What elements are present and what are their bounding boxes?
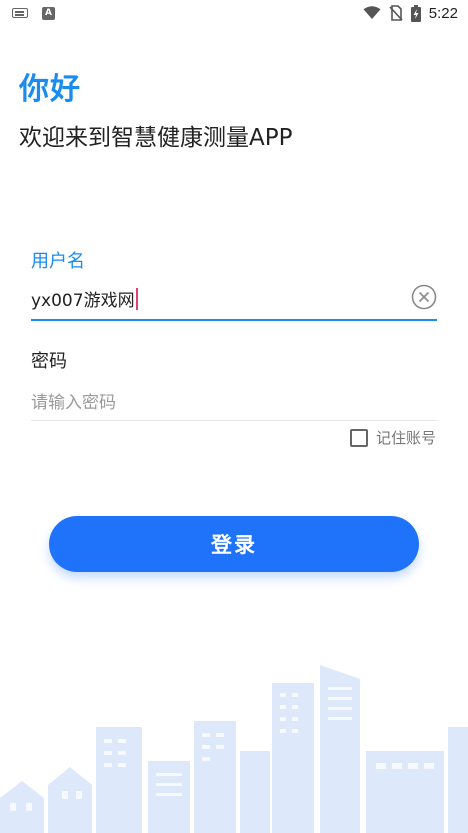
- checkbox-icon: [350, 428, 368, 447]
- username-value: yx007游戏网: [31, 291, 135, 311]
- status-right: 5:22: [363, 4, 458, 22]
- username-label: 用户名: [31, 251, 85, 272]
- login-button[interactable]: 登录: [49, 516, 419, 572]
- a-notification-icon: A: [42, 6, 55, 20]
- password-label: 密码: [31, 351, 67, 372]
- status-bar: A 5:22: [0, 0, 468, 26]
- status-left: A: [12, 6, 55, 20]
- username-underline: [31, 319, 437, 321]
- password-underline: [31, 420, 437, 421]
- wifi-icon: [363, 6, 381, 19]
- clear-icon: [411, 284, 437, 310]
- clear-input-button[interactable]: [411, 284, 437, 310]
- greeting-title: 你好: [19, 72, 81, 107]
- battery-charging-icon: [410, 4, 421, 22]
- status-time: 5:22: [428, 4, 458, 22]
- welcome-text: 欢迎来到智慧健康测量APP: [19, 125, 293, 151]
- password-input[interactable]: 请输入密码: [31, 388, 116, 413]
- keyboard-icon: [12, 8, 28, 18]
- no-sim-icon: [389, 5, 403, 21]
- text-caret: [135, 287, 138, 310]
- username-input[interactable]: yx007游戏网: [31, 286, 138, 311]
- city-skyline-illustration: [0, 665, 468, 833]
- remember-account-checkbox[interactable]: 记住账号: [350, 427, 436, 448]
- remember-account-label: 记住账号: [376, 429, 437, 447]
